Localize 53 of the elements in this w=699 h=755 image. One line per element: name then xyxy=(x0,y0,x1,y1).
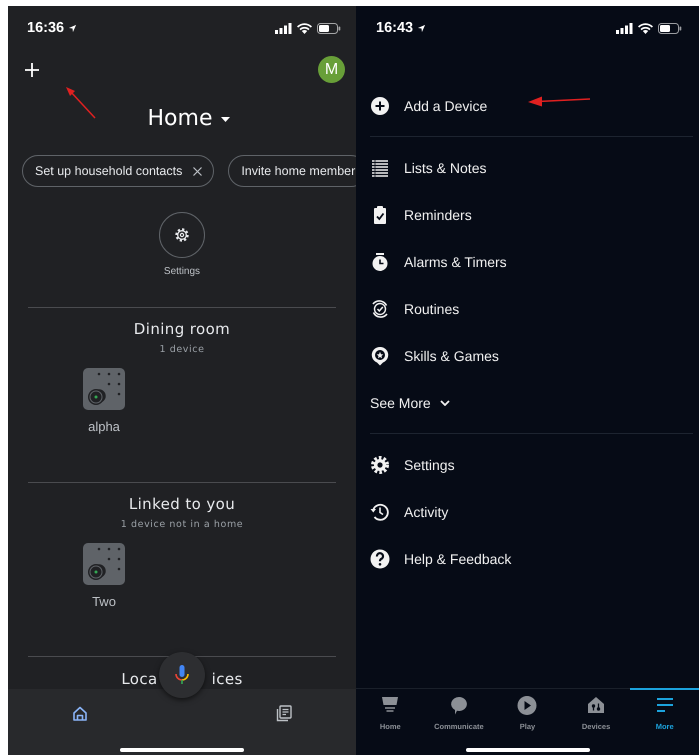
feed-icon[interactable] xyxy=(276,705,293,722)
alarm-clock-icon[interactable] xyxy=(370,252,390,272)
device-name[interactable]: Two xyxy=(92,594,116,610)
microphone-button[interactable] xyxy=(159,652,205,698)
menu-item[interactable]: Lists & Notes xyxy=(404,160,486,176)
history-icon[interactable] xyxy=(370,502,390,522)
settings-button[interactable] xyxy=(159,212,205,258)
location-arrow-icon xyxy=(68,24,78,32)
status-time: 16:36 xyxy=(27,20,64,36)
device-name[interactable]: alpha xyxy=(88,419,120,436)
menu-item[interactable]: Reminders xyxy=(404,206,472,222)
section-title: Linked to you xyxy=(128,494,236,514)
menu-item[interactable]: Skills & Games xyxy=(404,348,499,364)
home-icon[interactable] xyxy=(72,705,89,722)
speaker-device-icon[interactable] xyxy=(83,542,125,585)
menu-item[interactable]: Settings xyxy=(404,456,455,472)
help-icon[interactable] xyxy=(370,548,390,568)
settings-icon[interactable] xyxy=(370,454,390,474)
settings-icon xyxy=(174,227,190,244)
settings-label: Settings xyxy=(164,265,200,280)
battery-icon xyxy=(658,22,682,34)
close-icon[interactable] xyxy=(193,166,202,176)
list-icon[interactable] xyxy=(370,158,390,178)
home-title[interactable]: Home xyxy=(148,106,212,131)
section-subtitle: 1 device xyxy=(159,343,205,356)
menu-item[interactable]: Routines xyxy=(404,300,460,316)
plus-circle-icon[interactable] xyxy=(370,96,390,116)
caret-icon[interactable] xyxy=(221,117,230,122)
section-subtitle: 1 device not in a home xyxy=(120,518,244,531)
circular-check-icon[interactable] xyxy=(370,298,390,318)
annotation-arrow xyxy=(528,96,590,106)
signal-icon xyxy=(616,22,633,34)
section-title: Dining room xyxy=(134,319,230,340)
section-title: ices xyxy=(212,669,243,689)
play-icon xyxy=(516,695,538,716)
star-pin-icon[interactable] xyxy=(370,346,390,366)
menu-item[interactable]: Alarms & Timers xyxy=(404,254,507,270)
battery-icon xyxy=(317,22,341,34)
wifi-icon xyxy=(638,22,653,34)
chevron-down-icon[interactable] xyxy=(440,400,450,406)
section-title: Loca xyxy=(121,669,158,689)
see-more-link[interactable]: See More xyxy=(370,394,431,410)
status-time: 16:43 xyxy=(376,20,414,36)
menu-item[interactable]: Help & Feedback xyxy=(404,550,512,566)
location-arrow-icon xyxy=(417,24,426,32)
speaker-device-icon[interactable] xyxy=(83,368,125,410)
menu-item[interactable]: Add a Device xyxy=(404,98,488,114)
signal-icon xyxy=(275,22,292,34)
annotation-arrow xyxy=(66,87,96,118)
add-icon[interactable] xyxy=(25,62,39,76)
menu-item[interactable]: Activity xyxy=(404,504,448,520)
wifi-icon xyxy=(297,22,312,34)
chip-button[interactable]: Set up household contacts xyxy=(22,155,214,188)
